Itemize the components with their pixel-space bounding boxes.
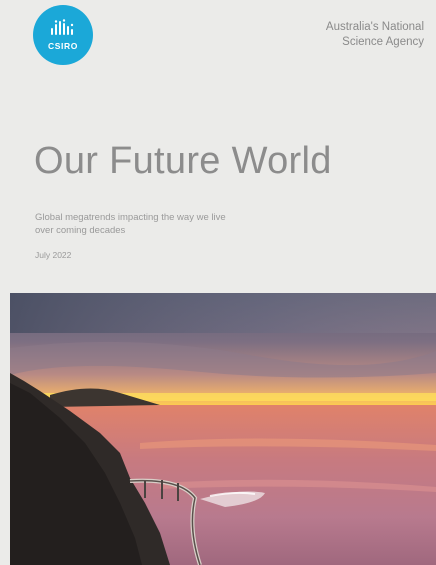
report-cover: CSIRO Australia's National Science Agenc… (0, 0, 436, 565)
csiro-logo: CSIRO (33, 5, 93, 65)
publication-date: July 2022 (35, 250, 72, 260)
sunset-coastline-image (10, 293, 436, 565)
subtitle-line-2: over coming decades (35, 225, 126, 236)
cover-photo (10, 293, 436, 565)
subtitle-line-1: Global megatrends impacting the way we l… (35, 212, 226, 223)
csiro-emblem-icon (51, 19, 74, 35)
tagline-line-1: Australia's National (325, 21, 424, 33)
report-title: Our Future World (34, 140, 332, 182)
report-subtitle: Global megatrends impacting the way we l… (35, 211, 335, 237)
tagline-line-2: Science Agency (342, 36, 424, 48)
logo-wordmark: CSIRO (48, 41, 78, 51)
agency-tagline: Australia's National Science Agency (244, 20, 424, 50)
